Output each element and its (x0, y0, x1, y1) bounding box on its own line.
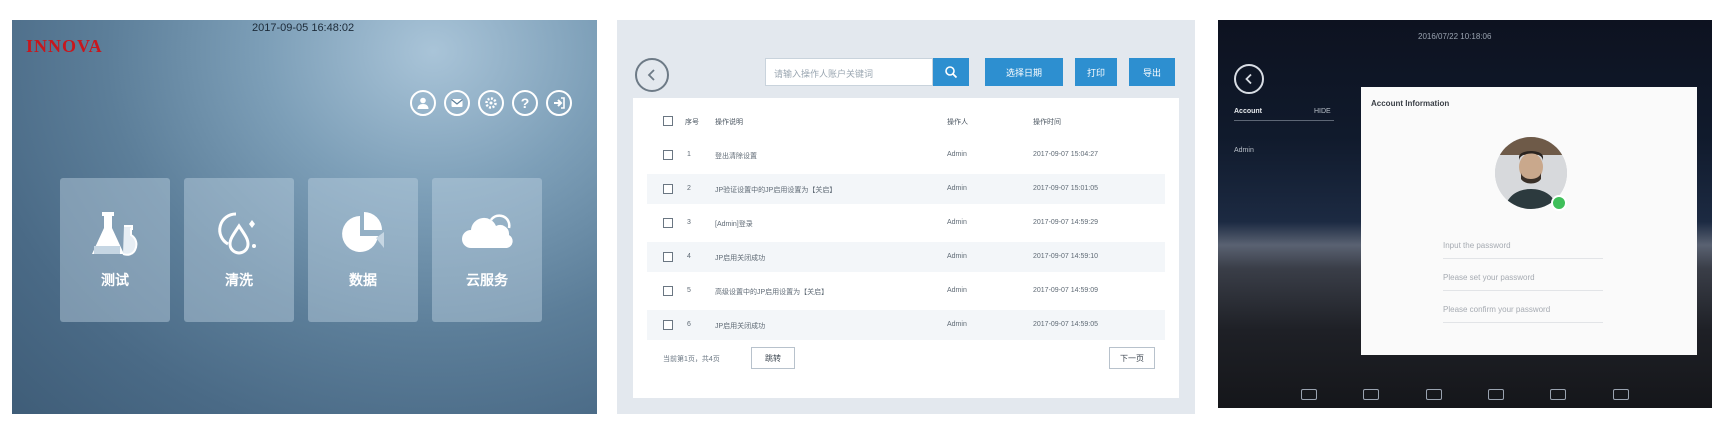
datetime-label: 2017-09-05 16:48:02 (252, 22, 355, 34)
back-button[interactable] (1234, 64, 1264, 94)
row-desc: JP验证设置中的JP启用设置为【关启】 (715, 187, 837, 194)
help-icon[interactable]: ? (512, 90, 538, 116)
row-desc: JP启用关闭成功 (715, 323, 766, 330)
row-checkbox[interactable] (663, 218, 673, 228)
header-icon-bar: ? (410, 90, 572, 116)
table-row[interactable]: 5 高级设置中的JP启用设置为【关启】 Admin 2017-09-07 14:… (647, 276, 1165, 306)
col-desc: 操作说明 (715, 119, 743, 126)
row-desc: 登出清除设置 (715, 153, 757, 160)
row-desc: JP启用关闭成功 (715, 255, 766, 262)
next-page-button[interactable]: 下一页 (1109, 347, 1155, 369)
home-nav-icon[interactable] (1488, 389, 1505, 400)
exit-icon[interactable] (546, 90, 572, 116)
set-password-field[interactable]: Please set your password (1443, 267, 1603, 291)
row-checkbox[interactable] (663, 150, 673, 160)
row-time: 2017-09-07 14:59:09 (1033, 287, 1098, 294)
table-row[interactable]: 2 JP验证设置中的JP启用设置为【关启】 Admin 2017-09-07 1… (647, 174, 1165, 204)
card-title: Account Information (1371, 99, 1450, 108)
search-button[interactable] (933, 58, 969, 86)
android-nav-bar (1218, 389, 1712, 400)
tile-test-label: 测试 (101, 272, 129, 288)
tile-data-label: 数据 (349, 272, 377, 288)
row-operator: Admin (947, 287, 967, 294)
recent-apps-icon[interactable] (1550, 389, 1567, 400)
table-row[interactable]: 4 JP启用关闭成功 Admin 2017-09-07 14:59:10 (647, 242, 1165, 272)
operation-log-panel: 请输入操作人账户关键词 选择日期 打印 导出 序号 操作说明 操作人 操作时间 … (617, 20, 1195, 414)
row-time: 2017-09-07 14:59:10 (1033, 253, 1098, 260)
tile-cloud-label: 云服务 (466, 272, 508, 288)
row-checkbox[interactable] (663, 286, 673, 296)
row-operator: Admin (947, 185, 967, 192)
user-icon[interactable] (410, 90, 436, 116)
account-info-card: Account Information Input the password P… (1361, 87, 1697, 355)
search-icon (945, 66, 958, 79)
tile-cloud[interactable]: 云服务 (432, 178, 542, 322)
page-info: 当前第1页，共4页 (663, 356, 720, 363)
flask-icon (60, 208, 170, 260)
volume-down-icon[interactable] (1363, 389, 1380, 400)
row-no: 4 (687, 253, 691, 260)
droplet-icon (184, 208, 294, 260)
window-title: 2016/07/22 10:18:06 (1418, 32, 1492, 41)
export-button[interactable]: 导出 (1129, 58, 1175, 86)
log-table: 序号 操作说明 操作人 操作时间 1 登出清除设置 Admin 2017-09-… (633, 98, 1179, 398)
chevron-left-icon (1245, 73, 1252, 85)
row-no: 3 (687, 219, 691, 226)
col-no: 序号 (685, 119, 699, 126)
brand-logo: INNOVA (26, 36, 103, 56)
row-checkbox[interactable] (663, 184, 673, 194)
row-operator: Admin (947, 219, 967, 226)
select-date-button[interactable]: 选择日期 (985, 58, 1063, 86)
account-label: Account (1234, 108, 1262, 115)
tile-clean[interactable]: 清洗 (184, 178, 294, 322)
mail-icon[interactable] (444, 90, 470, 116)
hide-toggle[interactable]: HIDE (1314, 108, 1331, 115)
row-checkbox[interactable] (663, 320, 673, 330)
col-time: 操作时间 (1033, 119, 1061, 126)
home-screen-panel: 2017-09-05 16:48:02 INNOVA ? 测试 清洗 数据 云服… (12, 20, 597, 414)
admin-account-item[interactable]: Admin (1234, 147, 1254, 154)
print-button[interactable]: 打印 (1075, 58, 1117, 86)
tile-clean-label: 清洗 (225, 272, 253, 288)
col-operator: 操作人 (947, 119, 968, 126)
row-time: 2017-09-07 14:59:05 (1033, 321, 1098, 328)
row-no: 5 (687, 287, 691, 294)
tile-data[interactable]: 数据 (308, 178, 418, 322)
table-row[interactable]: 6 JP启用关闭成功 Admin 2017-09-07 14:59:05 (647, 310, 1165, 340)
row-time: 2017-09-07 14:59:29 (1033, 219, 1098, 226)
confirm-password-field[interactable]: Please confirm your password (1443, 299, 1603, 323)
chevron-left-icon (647, 69, 655, 81)
account-info-panel: 2016/07/22 10:18:06 Account HIDE Admin A… (1218, 20, 1712, 408)
table-header: 序号 操作说明 操作人 操作时间 (647, 106, 1165, 136)
row-operator: Admin (947, 151, 967, 158)
row-no: 6 (687, 321, 691, 328)
table-row[interactable]: 3 [Admin]登录 Admin 2017-09-07 14:59:29 (647, 208, 1165, 238)
settings-icon[interactable] (478, 90, 504, 116)
row-no: 2 (687, 185, 691, 192)
password-field[interactable]: Input the password (1443, 235, 1603, 259)
pie-chart-icon (308, 208, 418, 260)
row-desc: [Admin]登录 (715, 221, 753, 228)
row-operator: Admin (947, 321, 967, 328)
back-button[interactable] (635, 58, 669, 92)
row-operator: Admin (947, 253, 967, 260)
row-desc: 高级设置中的JP启用设置为【关启】 (715, 289, 829, 296)
jump-button[interactable]: 跳转 (751, 347, 795, 369)
search-input[interactable]: 请输入操作人账户关键词 (765, 58, 933, 86)
back-nav-icon[interactable] (1425, 389, 1442, 400)
table-row[interactable]: 1 登出清除设置 Admin 2017-09-07 15:04:27 (647, 140, 1165, 170)
select-all-checkbox[interactable] (663, 116, 673, 126)
row-checkbox[interactable] (663, 252, 673, 262)
screenshot-icon[interactable] (1301, 389, 1318, 400)
divider (1234, 120, 1334, 121)
row-time: 2017-09-07 15:01:05 (1033, 185, 1098, 192)
tile-test[interactable]: 测试 (60, 178, 170, 322)
row-time: 2017-09-07 15:04:27 (1033, 151, 1098, 158)
online-status-badge (1551, 195, 1567, 211)
row-no: 1 (687, 151, 691, 158)
volume-up-icon[interactable] (1612, 389, 1629, 400)
cloud-icon (432, 208, 542, 260)
